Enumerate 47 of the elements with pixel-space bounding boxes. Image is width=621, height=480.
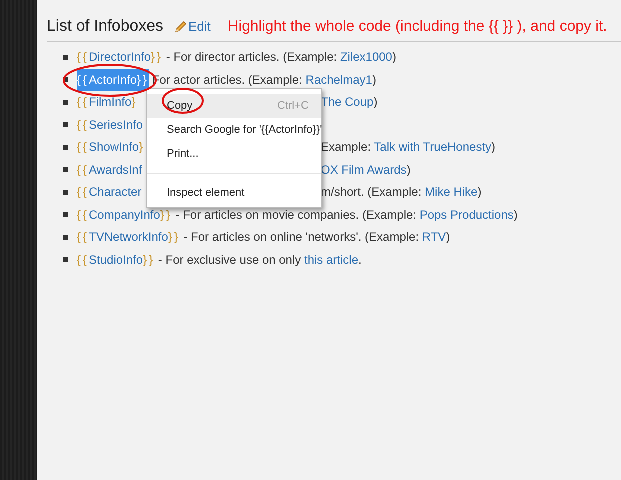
bullet-icon — [63, 100, 68, 105]
example-link[interactable]: Talk with TrueHonesty — [374, 140, 492, 154]
bullet-icon — [63, 144, 68, 150]
bullet-icon — [63, 122, 68, 128]
menu-item[interactable]: Inspect element — [147, 181, 321, 205]
template-code[interactable]: {{DirectorInfo}} — [77, 46, 164, 68]
bullet-icon — [63, 167, 68, 172]
example-link[interactable]: Zilex1000 — [340, 50, 392, 64]
bullet-icon — [63, 234, 68, 240]
example-link[interactable]: RTV — [422, 230, 446, 244]
template-code[interactable]: {{FilmInfo} — [77, 91, 138, 114]
example-link[interactable]: The Coup — [321, 95, 374, 109]
template-code[interactable]: {{Character — [77, 181, 142, 204]
description-text: m/short. (Example: Mike Hike) — [321, 184, 482, 201]
description-text: OX Film Awards) — [321, 162, 411, 178]
bullet-icon — [63, 77, 68, 82]
example-link[interactable]: OX Film Awards — [321, 162, 407, 176]
bullet-icon — [63, 54, 68, 60]
example-link[interactable]: Rachelmay1 — [306, 72, 372, 86]
instruction-annotation: Highlight the whole code (including the {{ }} ), and copy it. — [228, 18, 608, 35]
description-text: The Coup) — [321, 94, 378, 111]
template-code[interactable]: {{SeriesInfo — [77, 114, 144, 136]
annotation-circle — [162, 88, 204, 114]
description-text: - For director articles. (Example: Zilex1000) — [165, 49, 396, 66]
menu-item[interactable]: Search Google for '{{ActorInfo}}' — [147, 118, 321, 142]
template-code[interactable]: {{ActorInfo}} — [77, 68, 150, 91]
bullet-icon — [63, 257, 68, 262]
section-heading: List of Infoboxes — [47, 18, 164, 36]
template-code[interactable]: {{AwardsInf — [77, 158, 142, 181]
description-text: - For exclusive use on only this article. — [157, 252, 362, 268]
menu-item[interactable]: Copy Ctrl+C — [147, 94, 321, 118]
template-code[interactable]: {{TVNetworkInfo}} — [77, 226, 180, 248]
bullet-icon — [63, 190, 68, 195]
template-code[interactable]: {{CompanyInfo}} — [77, 204, 172, 226]
template-code[interactable]: {{StudioInfo}} — [77, 248, 156, 271]
pencil-icon — [174, 20, 188, 34]
example-link[interactable]: Pops Productions — [420, 208, 514, 222]
template-code[interactable]: {{ShowInfo} — [77, 136, 146, 158]
edit-link[interactable]: Edit — [174, 19, 211, 34]
example-link[interactable]: Mike Hike — [425, 185, 478, 199]
bullet-icon — [63, 212, 68, 218]
description-text: - For articles on online 'networks'. (Example: RTV) — [182, 229, 450, 246]
menu-item[interactable]: Print... — [147, 142, 321, 166]
shortcut-text: Ctrl+C — [278, 100, 309, 112]
description-text: Example: Talk with TrueHonesty) — [321, 139, 496, 156]
description-text: - For articles on movie companies. (Example: Pops Productions) — [174, 206, 518, 224]
example-link[interactable]: this article — [304, 252, 359, 266]
